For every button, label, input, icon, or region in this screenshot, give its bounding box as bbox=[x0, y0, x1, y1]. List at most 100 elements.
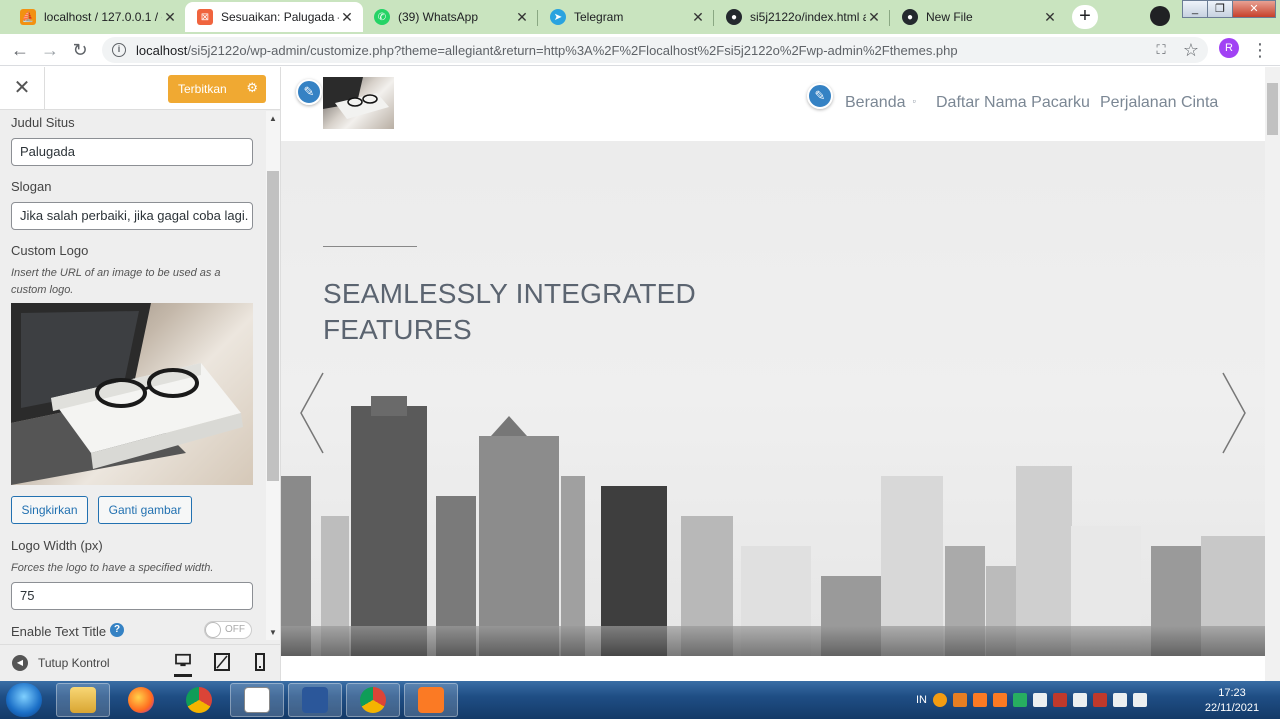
tab-customizer[interactable]: ⊠ Sesuaikan: Palugada – A ✕ bbox=[185, 2, 363, 32]
desktop-preview-icon[interactable] bbox=[174, 653, 192, 677]
tab-title: Sesuaikan: Palugada – A bbox=[221, 10, 339, 24]
xampp-tray-icon[interactable] bbox=[993, 693, 1007, 707]
site-info-icon[interactable]: i bbox=[112, 43, 126, 57]
remove-logo-button[interactable]: Singkirkan bbox=[11, 496, 88, 524]
publish-button[interactable]: Terbitkan ⚙ bbox=[168, 75, 266, 103]
preview-scrollbar[interactable] bbox=[1265, 67, 1280, 681]
scrollbar-thumb[interactable] bbox=[1267, 83, 1278, 135]
tab-title: localhost / 127.0.0.1 / c bbox=[44, 10, 162, 24]
edit-logo-pencil-icon[interactable]: ✎ bbox=[296, 79, 322, 105]
tablet-preview-icon[interactable] bbox=[213, 653, 231, 671]
volume-icon[interactable] bbox=[1133, 693, 1147, 707]
custom-logo-label: Custom Logo bbox=[11, 243, 89, 258]
tab-whatsapp[interactable]: ✆ (39) WhatsApp ✕ bbox=[362, 2, 538, 32]
xampp-tray-icon[interactable] bbox=[973, 693, 987, 707]
customizer-controls: Judul Situs Palugada Slogan Jika salah p… bbox=[0, 111, 265, 640]
mobile-preview-icon[interactable] bbox=[251, 653, 269, 671]
change-image-button[interactable]: Ganti gambar bbox=[98, 496, 192, 524]
site-logo[interactable] bbox=[323, 77, 394, 129]
edit-menu-pencil-icon[interactable]: ✎ bbox=[807, 83, 833, 109]
city-skyline-image bbox=[281, 396, 1265, 656]
menu-item-daftar-nama-pacarku[interactable]: Daftar Nama Pacarku bbox=[936, 94, 1090, 112]
site-title-label: Judul Situs bbox=[11, 115, 75, 130]
scrollbar-thumb[interactable] bbox=[267, 171, 279, 481]
search-icon[interactable] bbox=[933, 693, 947, 707]
help-icon[interactable]: ? bbox=[110, 623, 124, 637]
taskbar-xampp[interactable] bbox=[404, 683, 458, 717]
taskbar-word[interactable] bbox=[288, 683, 342, 717]
minimize-button[interactable]: _ bbox=[1182, 0, 1208, 18]
address-bar[interactable]: i localhost/si5j2122o/wp-admin/customize… bbox=[102, 37, 1208, 63]
warning-icon[interactable] bbox=[1053, 693, 1067, 707]
enable-text-title-toggle[interactable]: OFF bbox=[204, 621, 252, 639]
profile-avatar[interactable]: R bbox=[1219, 38, 1239, 58]
maximize-button[interactable]: ❐ bbox=[1207, 0, 1233, 18]
clock-time: 17:23 bbox=[1218, 687, 1246, 699]
drive-icon[interactable] bbox=[1013, 693, 1027, 707]
network-signal-icon[interactable] bbox=[1113, 693, 1127, 707]
collapse-arrow-icon: ◀ bbox=[12, 655, 28, 671]
telegram-icon: ➤ bbox=[550, 9, 566, 25]
tab-telegram[interactable]: ➤ Telegram ✕ bbox=[538, 2, 714, 32]
customizer-footer: ◀ Tutup Kontrol bbox=[0, 644, 280, 681]
word-icon bbox=[302, 687, 328, 713]
logo-width-label: Logo Width (px) bbox=[11, 538, 103, 553]
menu-item-beranda[interactable]: Beranda ▫ bbox=[845, 94, 916, 112]
logo-width-field[interactable]: 75 bbox=[11, 582, 253, 610]
action-center-flag-icon[interactable] bbox=[1073, 693, 1087, 707]
display-icon[interactable] bbox=[1033, 693, 1047, 707]
browser-toolbar: ← → ↻ i localhost/si5j2122o/wp-admin/cus… bbox=[0, 34, 1280, 66]
taskbar-firefox[interactable] bbox=[114, 683, 168, 717]
site-title-field[interactable]: Palugada bbox=[11, 138, 253, 166]
taskbar-file-explorer[interactable] bbox=[56, 683, 110, 717]
close-window-button[interactable]: ✕ bbox=[1232, 0, 1276, 18]
publish-label: Terbitkan bbox=[178, 82, 227, 96]
close-icon[interactable]: ✕ bbox=[339, 9, 355, 26]
tab-search-icon[interactable] bbox=[1150, 6, 1170, 26]
language-indicator[interactable]: IN bbox=[916, 694, 927, 706]
customizer-header: ✕ Terbitkan ⚙ bbox=[0, 67, 280, 110]
gear-icon[interactable]: ⚙ bbox=[246, 80, 258, 96]
security-icon[interactable] bbox=[1093, 693, 1107, 707]
bookmark-star-icon[interactable]: ☆ bbox=[1180, 39, 1202, 61]
scroll-down-arrow-icon[interactable]: ▼ bbox=[269, 628, 277, 637]
close-icon[interactable]: ✕ bbox=[866, 9, 882, 26]
tagline-field[interactable]: Jika salah perbaiki, jika gagal coba lag… bbox=[11, 202, 253, 230]
system-tray: IN bbox=[916, 693, 1147, 707]
back-button[interactable]: ← bbox=[9, 39, 31, 61]
close-icon[interactable]: ✕ bbox=[514, 9, 530, 26]
url-host: localhost bbox=[136, 42, 188, 58]
scroll-up-arrow-icon[interactable]: ▲ bbox=[269, 114, 277, 123]
close-customizer-icon[interactable]: ✕ bbox=[0, 67, 45, 110]
app-tray-icon[interactable] bbox=[953, 693, 967, 707]
taskbar-chrome-profile[interactable] bbox=[346, 683, 400, 717]
menu-kebab-icon[interactable]: ⋮ bbox=[1249, 39, 1271, 61]
collapse-label: Tutup Kontrol bbox=[38, 656, 110, 670]
custom-logo-description: Insert the URL of an image to be used as… bbox=[11, 267, 221, 296]
tab-github-newfile[interactable]: ● New File ✕ bbox=[890, 2, 1066, 32]
tab-title: (39) WhatsApp bbox=[398, 10, 479, 24]
xampp-icon: ⊠ bbox=[197, 9, 213, 25]
site-logo-image bbox=[323, 77, 389, 119]
close-icon[interactable]: ✕ bbox=[162, 9, 178, 26]
taskbar-notepad[interactable] bbox=[230, 683, 284, 717]
menu-item-perjalanan-cinta[interactable]: Perjalanan Cinta bbox=[1100, 94, 1218, 112]
start-button[interactable] bbox=[6, 683, 42, 717]
taskbar-chrome[interactable] bbox=[172, 683, 226, 717]
taskbar-clock[interactable]: 17:23 22/11/2021 bbox=[1194, 686, 1270, 716]
tab-phpmyadmin[interactable]: ⛵ localhost / 127.0.0.1 / c ✕ bbox=[8, 2, 186, 32]
close-icon[interactable]: ✕ bbox=[690, 9, 706, 26]
tab-github-index[interactable]: ● si5j2122o/index.html at ✕ bbox=[714, 2, 890, 32]
new-tab-button[interactable]: + bbox=[1072, 5, 1098, 29]
forward-button[interactable]: → bbox=[39, 39, 61, 61]
collapse-controls-button[interactable]: ◀ Tutup Kontrol bbox=[12, 655, 110, 671]
windows-taskbar: IN 17:23 22/11/2021 bbox=[0, 681, 1280, 719]
translate-icon[interactable]: ⛶ bbox=[1150, 39, 1172, 61]
reload-button[interactable]: ↻ bbox=[69, 39, 91, 61]
close-icon[interactable]: ✕ bbox=[1042, 9, 1058, 26]
tab-title: New File bbox=[926, 10, 973, 24]
chevron-down-icon: ▫ bbox=[912, 96, 916, 106]
sidebar-scrollbar[interactable]: ▲ ▼ bbox=[266, 111, 280, 640]
customizer-sidebar: ✕ Terbitkan ⚙ Judul Situs Palugada Sloga… bbox=[0, 67, 281, 681]
site-header: ✎ ✎ Beranda ▫ Daftar Nama Pacarku Perjala… bbox=[281, 67, 1265, 141]
